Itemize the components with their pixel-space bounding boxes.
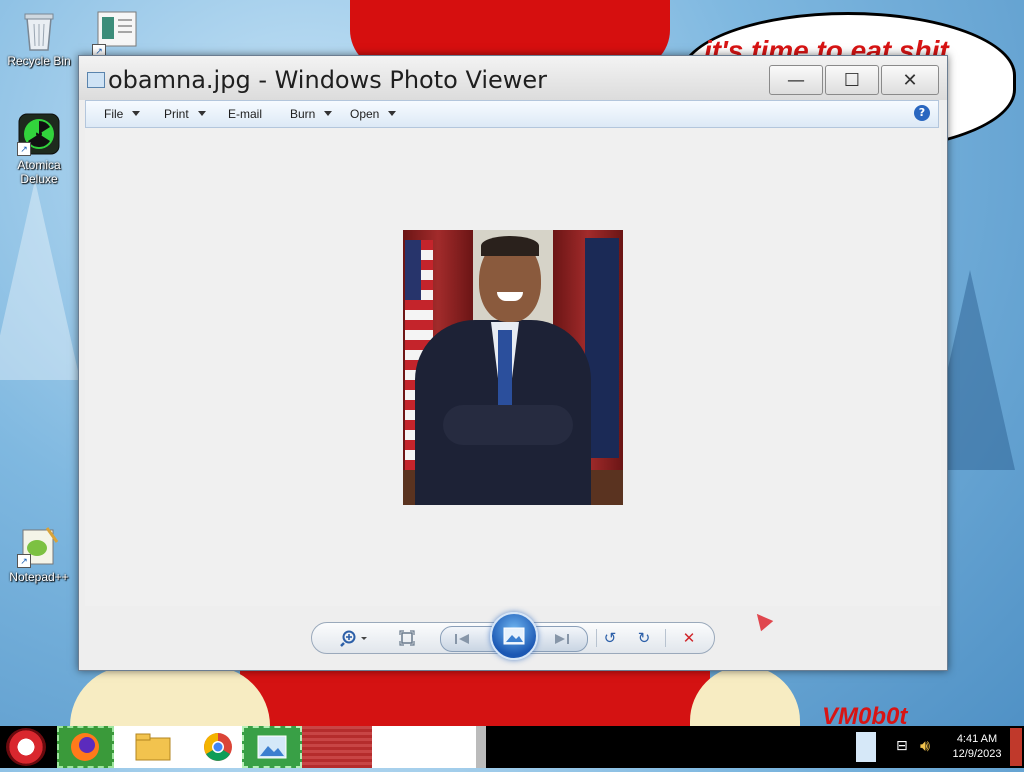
rotate-counterclockwise-icon: ↺ (603, 629, 617, 647)
desktop-icon-recycle-bin[interactable]: Recycle Bin (1, 8, 77, 68)
taskbar-photo-viewer[interactable] (242, 726, 302, 768)
start-button[interactable] (6, 728, 46, 766)
slideshow-icon (503, 627, 525, 645)
taskbar: ⊟ 🔊︎ 4:41 AM 12/9/2023 (0, 726, 1024, 768)
window-title: obamna.jpg - Windows Photo Viewer (108, 66, 548, 94)
delete-button[interactable]: ✕ (678, 627, 700, 649)
image-canvas (85, 128, 941, 606)
rotate-clockwise-icon: ↻ (637, 629, 651, 647)
chevron-down-icon (388, 111, 397, 116)
close-icon: ✕ (902, 69, 918, 91)
next-icon (555, 634, 569, 644)
displayed-photo (403, 230, 623, 505)
menu-email-label: E-mail (228, 107, 263, 121)
actual-size-button[interactable] (396, 627, 418, 649)
rotate-counterclockwise-button[interactable]: ↺ (599, 627, 621, 649)
minimize-button[interactable]: — (769, 65, 823, 95)
next-button[interactable] (551, 628, 573, 650)
maximize-icon: ☐ (843, 69, 861, 91)
rotate-clockwise-button[interactable]: ↻ (633, 627, 655, 649)
previous-button[interactable] (451, 628, 473, 650)
menu-bar: File Print E-mail Burn Open ? (85, 100, 939, 128)
actual-size-icon (399, 630, 415, 646)
show-desktop-button[interactable] (1010, 728, 1022, 766)
photo-viewer-icon (257, 735, 287, 759)
photo-hair (481, 236, 539, 256)
firefox-icon (71, 733, 99, 761)
menu-burn[interactable]: Burn (290, 107, 333, 121)
taskbar-clock[interactable]: 4:41 AM 12/9/2023 (946, 732, 1008, 762)
help-icon[interactable]: ? (914, 105, 930, 121)
previous-icon (455, 634, 469, 644)
desktop-icon-label: Atomica Deluxe (17, 158, 61, 186)
photo-us-flag-canton (405, 240, 421, 300)
document-icon: ↗ (92, 10, 138, 58)
toolbar-separator (596, 629, 597, 647)
desktop-icon-document[interactable]: ↗ (78, 10, 154, 58)
chevron-down-icon (324, 111, 333, 116)
desktop-icon-atomica-deluxe[interactable]: ↗ Atomica Deluxe (1, 112, 77, 186)
menu-print[interactable]: Print (164, 107, 206, 121)
toolbar-separator (665, 629, 666, 647)
shortcut-arrow-icon: ↗ (17, 142, 31, 156)
clock-date: 12/9/2023 (952, 748, 1002, 760)
taskbar-window-button[interactable] (302, 726, 372, 768)
menu-burn-label: Burn (290, 107, 316, 121)
menu-print-label: Print (164, 107, 189, 121)
taskbar-file-explorer[interactable] (114, 726, 194, 768)
menu-email[interactable]: E-mail (228, 107, 262, 121)
menu-file-label: File (104, 107, 124, 121)
photo-tie (498, 330, 512, 410)
desktop-icon-notepad-plus-plus[interactable]: ↗ Notepad++ (1, 524, 77, 584)
radioactive-icon: ↗ (17, 112, 61, 156)
delete-icon: ✕ (682, 629, 696, 647)
playback-controls: ↺ ↻ ✕ (311, 612, 715, 660)
zoom-icon (340, 630, 367, 647)
recycle-bin-icon (17, 8, 61, 52)
chevron-down-icon (197, 111, 206, 116)
close-button[interactable]: ✕ (881, 65, 939, 95)
taskbar-chrome[interactable] (194, 726, 242, 768)
photo-viewer-app-icon (87, 72, 105, 88)
zoom-button[interactable] (338, 627, 372, 649)
taskbar-window-button[interactable] (372, 726, 476, 768)
slideshow-button[interactable] (490, 612, 538, 660)
chrome-icon (204, 733, 232, 761)
menu-file[interactable]: File (104, 107, 141, 121)
taskbar-firefox[interactable] (57, 726, 114, 768)
tray-app-icon[interactable] (856, 732, 876, 762)
maximize-button[interactable]: ☐ (825, 65, 879, 95)
shortcut-arrow-icon: ↗ (17, 554, 31, 568)
folder-icon (135, 733, 171, 761)
chevron-down-icon (132, 111, 141, 116)
wallpaper-tree (0, 180, 80, 380)
network-icon[interactable]: ⊟ (896, 738, 908, 754)
notepad-plus-plus-icon: ↗ (17, 524, 61, 568)
volume-icon[interactable]: 🔊︎ (920, 736, 930, 756)
taskbar-window-button[interactable] (476, 726, 486, 768)
minimize-icon: — (787, 69, 805, 91)
menu-open-label: Open (350, 107, 380, 121)
clock-time: 4:41 AM (956, 733, 998, 745)
menu-open[interactable]: Open (350, 107, 397, 121)
desktop-icon-label: Recycle Bin (7, 54, 71, 68)
photo-crossed-arms (443, 405, 573, 445)
desktop-icon-label: Notepad++ (9, 570, 69, 584)
photo-viewer-window: obamna.jpg - Windows Photo Viewer — ☐ ✕ … (78, 55, 948, 671)
title-bar[interactable]: obamna.jpg - Windows Photo Viewer — ☐ ✕ (79, 56, 947, 100)
